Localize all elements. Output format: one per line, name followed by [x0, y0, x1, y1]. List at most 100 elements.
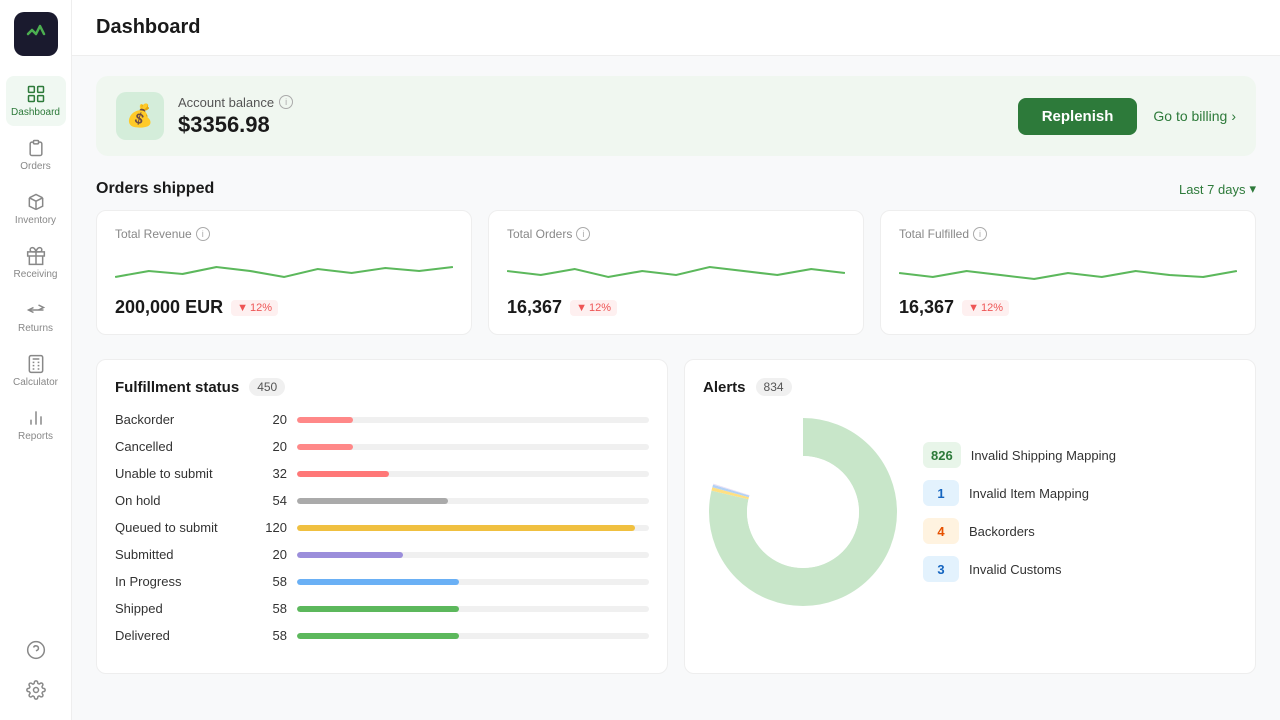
sidebar-item-orders[interactable]: Orders: [6, 130, 66, 180]
sidebar-item-calculator[interactable]: Calculator: [6, 346, 66, 396]
orders-sparkline: [507, 249, 845, 289]
alert-label: Invalid Item Mapping: [969, 486, 1089, 501]
fulfillment-row: Delivered 58: [115, 628, 649, 643]
sidebar-item-inventory[interactable]: Inventory: [6, 184, 66, 234]
fulfilled-info-icon[interactable]: i: [973, 227, 987, 241]
fulfillment-bar-fill: [297, 579, 459, 585]
sidebar-item-settings[interactable]: [6, 672, 66, 708]
alerts-list: 826 Invalid Shipping Mapping 1 Invalid I…: [923, 412, 1237, 612]
alerts-count-badge: 834: [756, 378, 792, 396]
fulfillment-bar-container: [297, 606, 649, 612]
fulfillment-count-badge: 450: [249, 378, 285, 396]
stat-card-fulfilled: Total Fulfilled i 16,367 ▼ 12%: [880, 210, 1256, 335]
balance-info: Account balance i $3356.98: [178, 95, 293, 138]
alerts-title: Alerts: [703, 379, 746, 396]
fulfillment-bar-container: [297, 525, 649, 531]
stats-grid: Total Revenue i 200,000 EUR ▼ 12%: [96, 210, 1256, 335]
sidebar-item-reports[interactable]: Reports: [6, 400, 66, 450]
orders-change: ▼ 12%: [570, 300, 617, 316]
alert-label: Backorders: [969, 524, 1035, 539]
fulfillment-bar-fill: [297, 417, 353, 423]
bottom-grid: Fulfillment status 450 Backorder 20 Canc…: [96, 359, 1256, 674]
orders-value: 16,367: [507, 297, 562, 318]
fulfilled-value-row: 16,367 ▼ 12%: [899, 297, 1237, 318]
fulfillment-row: Submitted 20: [115, 547, 649, 562]
sidebar-item-calculator-label: Calculator: [13, 377, 58, 388]
sidebar-item-dashboard-label: Dashboard: [11, 107, 60, 118]
alert-badge: 4: [923, 518, 959, 544]
date-filter[interactable]: Last 7 days ▾: [1179, 181, 1256, 197]
fulfillment-row-count: 32: [255, 466, 287, 481]
fulfillment-title: Fulfillment status: [115, 379, 239, 396]
revenue-value-row: 200,000 EUR ▼ 12%: [115, 297, 453, 318]
revenue-change: ▼ 12%: [231, 300, 278, 316]
fulfillment-bar-fill: [297, 498, 448, 504]
sidebar-item-help[interactable]: [6, 632, 66, 668]
fulfillment-row-count: 20: [255, 547, 287, 562]
orders-info-icon[interactable]: i: [576, 227, 590, 241]
fulfillment-bar-container: [297, 417, 649, 423]
fulfillment-bar-container: [297, 498, 649, 504]
revenue-value: 200,000 EUR: [115, 297, 223, 318]
fulfillment-header: Fulfillment status 450: [115, 378, 649, 396]
fulfillment-bar-container: [297, 633, 649, 639]
app-logo: [14, 12, 58, 56]
orders-value-row: 16,367 ▼ 12%: [507, 297, 845, 318]
go-to-billing-button[interactable]: Go to billing ›: [1153, 108, 1236, 124]
alert-item: 3 Invalid Customs: [923, 556, 1237, 582]
page-header: Dashboard: [72, 0, 1280, 56]
balance-info-icon[interactable]: i: [279, 95, 293, 109]
fulfillment-row-count: 58: [255, 601, 287, 616]
alert-label: Invalid Customs: [969, 562, 1061, 577]
fulfillment-row: Queued to submit 120: [115, 520, 649, 535]
orders-shipped-header: Orders shipped Last 7 days ▾: [96, 180, 1256, 198]
alert-badge: 826: [923, 442, 961, 468]
main-content: Dashboard 💰 Account balance i $3356.98 R…: [72, 0, 1280, 720]
fulfillment-row-label: Shipped: [115, 601, 245, 616]
sidebar-item-receiving[interactable]: Receiving: [6, 238, 66, 288]
alert-label: Invalid Shipping Mapping: [971, 448, 1116, 463]
sidebar-item-reports-label: Reports: [18, 431, 53, 442]
fulfillment-row-label: On hold: [115, 493, 245, 508]
fulfillment-bar-fill: [297, 552, 403, 558]
fulfillment-bar-container: [297, 579, 649, 585]
fulfillment-row-label: Cancelled: [115, 439, 245, 454]
alert-badge: 3: [923, 556, 959, 582]
fulfillment-row-label: Submitted: [115, 547, 245, 562]
fulfillment-row: Shipped 58: [115, 601, 649, 616]
fulfillment-bar-fill: [297, 525, 635, 531]
revenue-sparkline: [115, 249, 453, 289]
alerts-header: Alerts 834: [703, 378, 1237, 396]
fulfillment-row-label: In Progress: [115, 574, 245, 589]
fulfillment-bar-fill: [297, 471, 389, 477]
replenish-button[interactable]: Replenish: [1018, 98, 1138, 135]
balance-label: Account balance i: [178, 95, 293, 110]
fulfillment-row-count: 54: [255, 493, 287, 508]
sidebar-item-orders-label: Orders: [20, 161, 51, 172]
sidebar-item-receiving-label: Receiving: [14, 269, 58, 280]
page-title: Dashboard: [96, 16, 200, 39]
fulfillment-row-count: 58: [255, 628, 287, 643]
fulfillment-bar-fill: [297, 444, 353, 450]
fulfillment-bar-fill: [297, 633, 459, 639]
sidebar-bottom: [6, 632, 66, 708]
revenue-info-icon[interactable]: i: [196, 227, 210, 241]
fulfilled-change: ▼ 12%: [962, 300, 1009, 316]
fulfilled-sparkline: [899, 249, 1237, 289]
sidebar: Dashboard Orders Inventory Receiving Ret…: [0, 0, 72, 720]
alerts-content: 826 Invalid Shipping Mapping 1 Invalid I…: [703, 412, 1237, 612]
stat-card-revenue: Total Revenue i 200,000 EUR ▼ 12%: [96, 210, 472, 335]
sidebar-item-dashboard[interactable]: Dashboard: [6, 76, 66, 126]
content-area: 💰 Account balance i $3356.98 Replenish G…: [72, 56, 1280, 720]
balance-actions: Replenish Go to billing ›: [1018, 98, 1236, 135]
sidebar-item-returns-label: Returns: [18, 323, 53, 334]
stat-label-fulfilled: Total Fulfilled i: [899, 227, 1237, 241]
fulfillment-bar-container: [297, 471, 649, 477]
alert-item: 1 Invalid Item Mapping: [923, 480, 1237, 506]
donut-chart: [703, 412, 903, 612]
alert-badge: 1: [923, 480, 959, 506]
fulfillment-row: In Progress 58: [115, 574, 649, 589]
sidebar-item-returns[interactable]: Returns: [6, 292, 66, 342]
fulfillment-row-count: 120: [255, 520, 287, 535]
fulfillment-row: Backorder 20: [115, 412, 649, 427]
